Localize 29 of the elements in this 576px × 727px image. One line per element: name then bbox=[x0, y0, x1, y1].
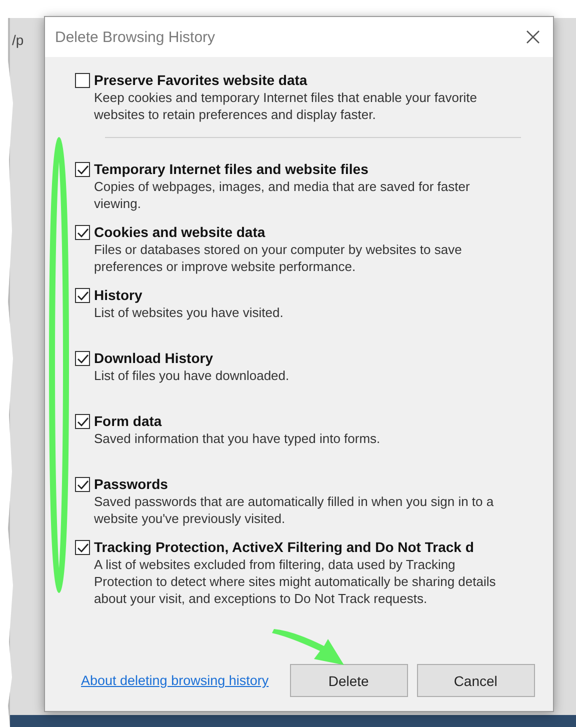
option-description: A list of websites excluded from filtering, data used by Tracking Protection to detect where sites might automatically be sharing details about your visit, and exceptions to Do Not Track requests. bbox=[94, 556, 497, 607]
dialog-button[interactable]: Delete bbox=[290, 664, 408, 697]
option-description: List of websites you have visited. bbox=[94, 304, 284, 321]
checkbox[interactable] bbox=[75, 477, 90, 492]
option-label: Temporary Internet files and website files bbox=[94, 160, 370, 178]
option-description: Copies of webpages, images, and media that are saved for faster viewing. bbox=[94, 178, 471, 212]
option-label: Cookies and website data bbox=[94, 223, 266, 241]
option-label: History bbox=[94, 286, 144, 304]
option-label: Form data bbox=[94, 412, 163, 430]
option-label: Passwords bbox=[94, 475, 169, 493]
option-label: Download History bbox=[94, 349, 214, 367]
option-description: Keep cookies and temporary Internet files that enable your favorite websites to retain preferences and display faster. bbox=[94, 89, 478, 123]
address-text: /p bbox=[12, 32, 24, 48]
dialog-title: Delete Browsing History bbox=[55, 28, 216, 46]
checkbox[interactable] bbox=[75, 73, 90, 88]
option-label: Tracking Protection, ActiveX Filtering and Do Not Track d bbox=[94, 538, 475, 556]
checkbox[interactable] bbox=[75, 414, 90, 429]
checkbox[interactable] bbox=[75, 288, 90, 303]
dialog-button[interactable]: Cancel bbox=[416, 664, 535, 697]
checkbox[interactable] bbox=[75, 540, 90, 555]
checkbox[interactable] bbox=[75, 225, 90, 240]
option-description: Files or databases stored on your computer by websites to save preferences or improve website performance. bbox=[94, 241, 463, 275]
help-link[interactable]: About deleting browsing history bbox=[81, 673, 269, 688]
checkbox[interactable] bbox=[75, 351, 90, 366]
checkbox[interactable] bbox=[75, 162, 90, 177]
option-description: Saved information that you have typed into forms. bbox=[94, 430, 382, 447]
option-description: List of files you have downloaded. bbox=[94, 367, 290, 384]
option-description: Saved passwords that are automatically filled in when you sign in to a website you've previously visited. bbox=[94, 493, 495, 527]
option-label: Preserve Favorites website data bbox=[94, 71, 308, 89]
